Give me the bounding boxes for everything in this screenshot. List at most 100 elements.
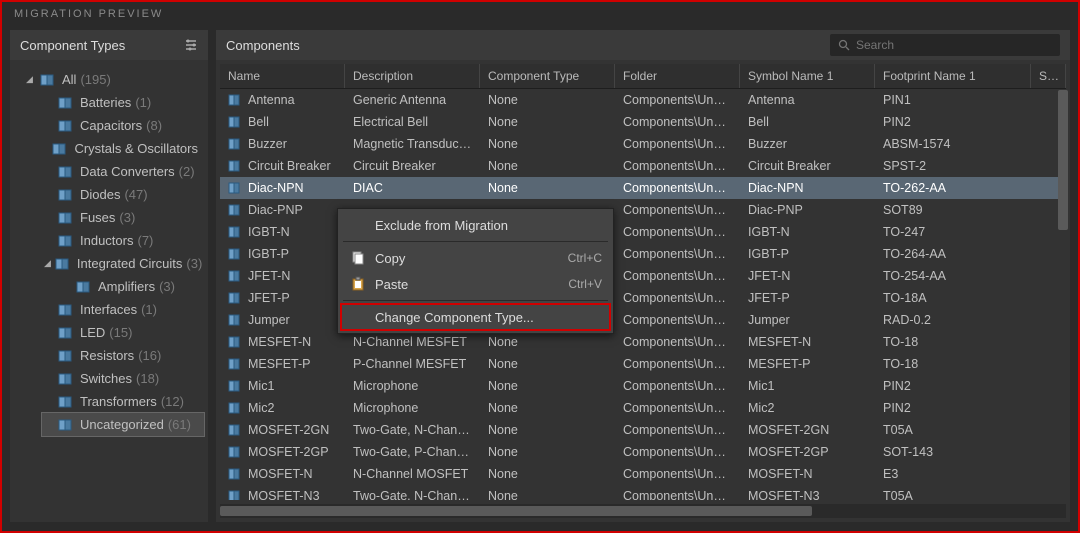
cell-folder: Components\Uncat...	[615, 203, 740, 217]
menu-item-label: Change Component Type...	[375, 310, 602, 325]
component-icon	[228, 380, 242, 392]
cell-folder: Components\Uncat...	[615, 313, 740, 327]
cell-symbol-name: MOSFET-2GP	[740, 445, 875, 459]
horizontal-scrollbar-thumb[interactable]	[220, 506, 812, 516]
tree-item-label: Transformers	[80, 394, 157, 409]
cell-folder: Components\Uncat...	[615, 269, 740, 283]
table-row[interactable]: MOSFET-N3Two-Gate, N-Chann...NoneCompone…	[220, 485, 1066, 500]
horizontal-scrollbar[interactable]	[220, 504, 1066, 518]
component-icon	[58, 96, 74, 110]
component-icon	[228, 160, 242, 172]
tree-item-label: Crystals & Oscillators	[74, 141, 198, 156]
cell-symbol-name: MESFET-N	[740, 335, 875, 349]
table-row[interactable]: AntennaGeneric AntennaNoneComponents\Unc…	[220, 89, 1066, 111]
table-row[interactable]: BellElectrical BellNoneComponents\Uncat.…	[220, 111, 1066, 133]
menu-item-exclude[interactable]: Exclude from Migration	[341, 212, 610, 238]
vertical-scrollbar[interactable]	[1058, 90, 1068, 502]
menu-item-change-component-type[interactable]: Change Component Type...	[341, 304, 610, 330]
tree-item-count: (3)	[119, 210, 135, 225]
tree-item[interactable]: Interfaces (1)	[42, 298, 204, 321]
cell-description: N-Channel MOSFET	[345, 467, 480, 481]
tree-item[interactable]: Crystals & Oscillators	[42, 137, 204, 160]
table-row[interactable]: MOSFET-2GPTwo-Gate, P-Chann...NoneCompon…	[220, 441, 1066, 463]
cell-symbol-name: Diac-NPN	[740, 181, 875, 195]
cell-footprint-name: TO-18A	[875, 291, 1031, 305]
cell-component-type: None	[480, 93, 615, 107]
tree-item-count: (8)	[146, 118, 162, 133]
tree-item[interactable]: Transformers (12)	[42, 390, 204, 413]
cell-footprint-name: E3	[875, 467, 1031, 481]
cell-folder: Components\Uncat...	[615, 445, 740, 459]
copy-icon	[347, 249, 369, 267]
tree-item-label: LED	[80, 325, 105, 340]
cell-symbol-name: MOSFET-2GN	[740, 423, 875, 437]
tree-item-count: (12)	[161, 394, 184, 409]
table-row[interactable]: Circuit BreakerCircuit BreakerNoneCompon…	[220, 155, 1066, 177]
component-icon	[58, 119, 74, 133]
tree-item[interactable]: LED (15)	[42, 321, 204, 344]
table-row[interactable]: Mic2MicrophoneNoneComponents\Uncat...Mic…	[220, 397, 1066, 419]
tree-item-count: (3)	[159, 279, 175, 294]
settings-icon[interactable]	[184, 38, 198, 52]
menu-item-shortcut: Ctrl+V	[568, 277, 602, 291]
component-types-heading: Component Types	[20, 38, 125, 53]
tree-item-count: (1)	[135, 95, 151, 110]
tree-item[interactable]: Data Converters (2)	[42, 160, 204, 183]
table-row[interactable]: MESFET-NN-Channel MESFETNoneComponents\U…	[220, 331, 1066, 353]
search-box[interactable]	[830, 34, 1060, 56]
table-row[interactable]: Diac-NPNDIACNoneComponents\Uncat...Diac-…	[220, 177, 1066, 199]
column-header-status[interactable]: St...	[1031, 64, 1066, 88]
component-icon	[228, 446, 242, 458]
component-icon	[228, 248, 242, 260]
collapse-icon[interactable]: ◢	[26, 74, 36, 85]
column-header-symbol-name[interactable]: Symbol Name 1	[740, 64, 875, 88]
tree-item[interactable]: Fuses (3)	[42, 206, 204, 229]
tree-item[interactable]: Resistors (16)	[42, 344, 204, 367]
cell-name: MOSFET-N	[248, 467, 313, 481]
components-heading: Components	[226, 38, 300, 53]
cell-name: Antenna	[248, 93, 295, 107]
cell-name: Buzzer	[248, 137, 287, 151]
tree-item[interactable]: ◢Integrated Circuits (3)	[42, 252, 204, 275]
menu-item-label: Exclude from Migration	[375, 218, 602, 233]
tree-item-all[interactable]: ◢ All (195)	[24, 68, 204, 91]
cell-symbol-name: MESFET-P	[740, 357, 875, 371]
tree-item[interactable]: Capacitors (8)	[42, 114, 204, 137]
tree-item[interactable]: Uncategorized (61)	[42, 413, 204, 436]
cell-description: Microphone	[345, 379, 480, 393]
column-header-footprint-name[interactable]: Footprint Name 1	[875, 64, 1031, 88]
tree-item-count: (1)	[141, 302, 157, 317]
component-icon	[228, 292, 242, 304]
cell-footprint-name: TO-264-AA	[875, 247, 1031, 261]
tree-item[interactable]: Switches (18)	[42, 367, 204, 390]
context-menu: Exclude from Migration Copy Ctrl+C Paste…	[337, 208, 614, 334]
component-icon	[52, 142, 68, 156]
column-header-description[interactable]: Description	[345, 64, 480, 88]
column-header-component-type[interactable]: Component Type	[480, 64, 615, 88]
component-icon	[228, 138, 242, 150]
component-types-panel: Component Types ◢ All (195) Batteries (1…	[10, 30, 208, 522]
cell-component-type: None	[480, 335, 615, 349]
table-row[interactable]: MOSFET-2GNTwo-Gate, N-Chann...NoneCompon…	[220, 419, 1066, 441]
cell-name: IGBT-N	[248, 225, 290, 239]
tree-item[interactable]: Diodes (47)	[42, 183, 204, 206]
search-input[interactable]	[856, 38, 1052, 52]
table-row[interactable]: Mic1MicrophoneNoneComponents\Uncat...Mic…	[220, 375, 1066, 397]
component-icon	[228, 424, 242, 436]
table-row[interactable]: MESFET-PP-Channel MESFETNoneComponents\U…	[220, 353, 1066, 375]
menu-item-copy[interactable]: Copy Ctrl+C	[341, 245, 610, 271]
menu-item-paste[interactable]: Paste Ctrl+V	[341, 271, 610, 297]
tree-item[interactable]: Batteries (1)	[42, 91, 204, 114]
column-header-folder[interactable]: Folder	[615, 64, 740, 88]
tree-item[interactable]: Amplifiers (3)	[60, 275, 204, 298]
tree-item-count: (15)	[109, 325, 132, 340]
tree-item[interactable]: Inductors (7)	[42, 229, 204, 252]
tree-item-label: Capacitors	[80, 118, 142, 133]
cell-folder: Components\Uncat...	[615, 159, 740, 173]
column-header-name[interactable]: Name	[220, 64, 345, 88]
table-row[interactable]: MOSFET-NN-Channel MOSFETNoneComponents\U…	[220, 463, 1066, 485]
collapse-icon[interactable]: ◢	[44, 258, 51, 269]
table-row[interactable]: BuzzerMagnetic Transduce...NoneComponent…	[220, 133, 1066, 155]
tree-item-count: (61)	[168, 417, 191, 432]
vertical-scrollbar-thumb[interactable]	[1058, 90, 1068, 230]
